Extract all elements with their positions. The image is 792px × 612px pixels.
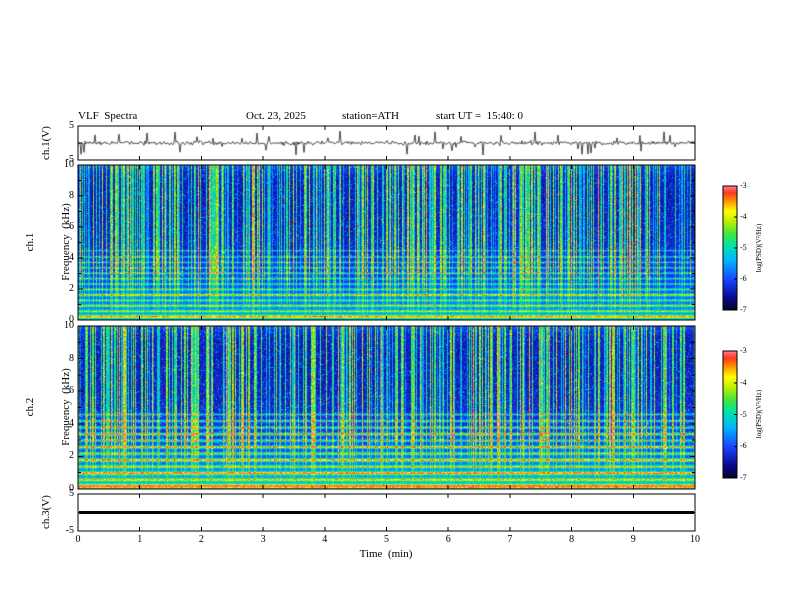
frequency-tick-label: 4 [69,417,74,429]
ch2-label: ch.2 [24,397,36,417]
colorbar-tick-label: -3 [740,346,747,355]
ch2-spectrogram-canvas [78,326,695,489]
voltage-tick-label: -5 [65,154,74,165]
colorbar-tick-label: -5 [740,409,747,419]
ch1-spectrogram-canvas [78,165,695,320]
colorbar-tick-label: -3 [740,181,747,190]
plot-date: Oct. 23, 2025 [246,110,306,122]
colorbar-tick-label: -5 [740,243,747,252]
x-tick-label: 10 [690,534,700,545]
colorbar-tick-label: -4 [740,377,747,387]
ch1-waveform-canvas [78,126,695,160]
x-tick-label: 3 [260,534,266,545]
start-ut-label: start UT = 15:40: 0 [436,110,523,122]
ch2-frequency-axis-label: ch.2 Frequency (kHz) [0,368,96,446]
frequency-tick-label: 2 [69,450,74,462]
frequency-tick-label: 8 [69,190,74,201]
frequency-label2: Frequency (kHz) [60,368,72,446]
station-label: station=ATH [342,110,399,122]
colorbar-tick-label: -6 [740,274,747,283]
colorbar1-label: log(PSD)(V²/Hz) [755,223,763,273]
x-tick-label: 2 [198,534,204,545]
frequency-tick-label: 4 [69,252,74,263]
colorbar-ch1-canvas [723,186,737,310]
x-tick-label: 8 [569,534,575,545]
time-axis-label: Time (min) [359,548,413,560]
frequency-tick-label: 8 [69,352,74,364]
frequency-tick-label: 10 [64,320,74,331]
colorbar-tick-label: -6 [740,441,747,451]
ch3-voltage-axis-label: ch.3(V) [40,495,52,529]
plot-title: VLF Spectra [78,110,138,122]
colorbar-ch2-canvas [723,351,737,478]
x-tick-label: 7 [507,534,513,545]
colorbar-tick-label: -7 [740,473,747,482]
voltage-tick-label: 5 [69,488,74,499]
x-tick-label: 1 [137,534,143,545]
x-tick-label: 6 [445,534,451,545]
colorbar-tick-label: -4 [740,212,747,221]
colorbar-tick-label: -7 [740,305,747,314]
frequency-tick-label: 6 [69,221,74,232]
x-tick-label: 5 [384,534,389,545]
frequency-label: Frequency (kHz) [60,203,72,281]
ch1-frequency-axis-label: ch.1 Frequency (kHz) [0,203,96,281]
voltage-tick-label: -5 [65,525,74,536]
x-tick-label: 4 [322,534,328,545]
frequency-tick-label: 2 [69,283,74,294]
x-tick-label: 9 [630,534,636,545]
vlf-spectra-figure: VLF Spectra Oct. 23, 2025 station=ATH st… [0,0,792,612]
ch3-flatline [79,511,694,514]
colorbar2-label: log(PSD)(V²/Hz) [755,389,763,439]
voltage-tick-label: 5 [69,120,74,131]
frequency-tick-label: 6 [69,385,74,397]
ch1-label: ch.1 [24,232,36,252]
